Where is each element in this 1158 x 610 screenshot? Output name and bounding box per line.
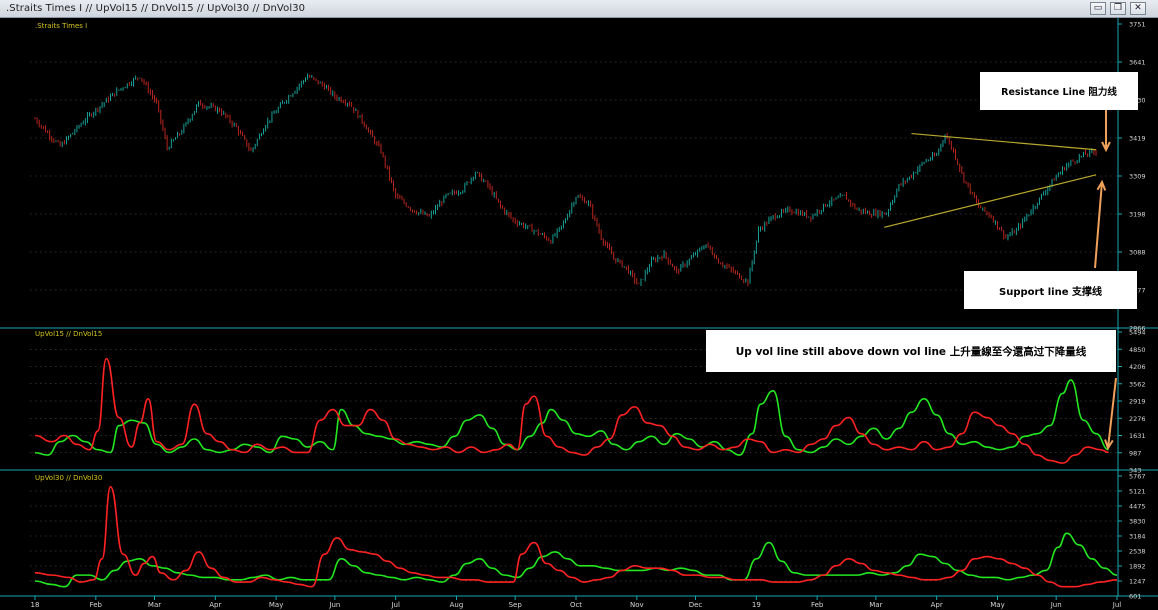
y-tick-label: 5494 xyxy=(1129,329,1146,337)
restore-icon[interactable]: ❐ xyxy=(1110,2,1126,15)
pane-title: .Straits Times I xyxy=(35,22,87,30)
x-tick-label: Jul xyxy=(390,601,400,609)
y-tick-label: 5121 xyxy=(1129,488,1146,496)
y-tick-label: 1631 xyxy=(1129,432,1146,440)
upvol-annotation: Up vol line still above down vol line 上升… xyxy=(706,330,1116,372)
y-tick-label: 601 xyxy=(1129,593,1141,601)
y-tick-label: 3198 xyxy=(1129,211,1146,219)
x-tick-label: Feb xyxy=(811,601,824,609)
y-tick-label: 3088 xyxy=(1129,249,1146,257)
x-tick-label: Feb xyxy=(90,601,103,609)
y-tick-label: 1247 xyxy=(1129,578,1146,586)
y-tick-label: 2538 xyxy=(1129,548,1146,556)
y-tick-label: 2919 xyxy=(1129,398,1146,406)
x-tick-label: Nov xyxy=(630,601,644,609)
window-title: .Straits Times I // UpVol15 // DnVol15 /… xyxy=(6,3,306,14)
window-titlebar: .Straits Times I // UpVol15 // DnVol15 /… xyxy=(0,0,1158,18)
y-tick-label: 4475 xyxy=(1129,503,1146,511)
x-tick-label: Jun xyxy=(1050,601,1062,609)
y-tick-label: 3419 xyxy=(1129,135,1146,143)
x-tick-label: Apr xyxy=(931,601,943,609)
y-tick-label: 3562 xyxy=(1129,380,1146,388)
resistance-line xyxy=(911,132,1097,151)
support-annotation: Support line 支撑线 xyxy=(964,271,1137,309)
resistance-annotation: Resistance Line 阻力线 xyxy=(980,72,1138,110)
support-line xyxy=(884,174,1097,228)
x-tick-label: 19 xyxy=(752,601,761,609)
y-tick-label: 3309 xyxy=(1129,173,1146,181)
dnvol-line xyxy=(34,357,1109,464)
support-arrow xyxy=(1094,181,1103,269)
y-tick-label: 4850 xyxy=(1129,346,1146,354)
y-tick-label: 3751 xyxy=(1129,21,1146,29)
x-tick-label: Oct xyxy=(570,601,582,609)
x-tick-label: Jul xyxy=(1112,601,1122,609)
y-tick-label: 4206 xyxy=(1129,363,1146,371)
y-tick-label: 3830 xyxy=(1129,518,1146,526)
close-icon[interactable]: ✕ xyxy=(1130,2,1146,15)
y-tick-label: 1892 xyxy=(1129,563,1146,571)
x-tick-label: 18 xyxy=(31,601,40,609)
y-tick-label: 3184 xyxy=(1129,533,1146,541)
x-tick-label: Mar xyxy=(148,601,161,609)
upvol-arrow xyxy=(1107,377,1117,449)
candles xyxy=(34,73,1097,287)
y-tick-label: 987 xyxy=(1129,449,1141,457)
upvol-line xyxy=(34,379,1109,456)
x-tick-label: Jun xyxy=(328,601,340,609)
x-tick-label: Sep xyxy=(509,601,523,609)
y-tick-label: 3641 xyxy=(1129,59,1146,67)
x-tick-label: Aug xyxy=(450,601,464,609)
minimize-icon[interactable]: ▭ xyxy=(1090,2,1106,15)
x-tick-label: May xyxy=(269,601,283,609)
x-tick-label: Dec xyxy=(689,601,703,609)
pane-title: UpVol15 // DnVol15 xyxy=(35,330,102,338)
dnvol-line xyxy=(34,486,1118,588)
x-tick-label: Mar xyxy=(869,601,882,609)
x-tick-label: May xyxy=(990,601,1004,609)
x-tick-label: Apr xyxy=(209,601,221,609)
pane-title: UpVol30 // DnVol30 xyxy=(35,474,102,482)
y-tick-label: 2276 xyxy=(1129,415,1146,423)
y-tick-label: 5767 xyxy=(1129,473,1146,481)
